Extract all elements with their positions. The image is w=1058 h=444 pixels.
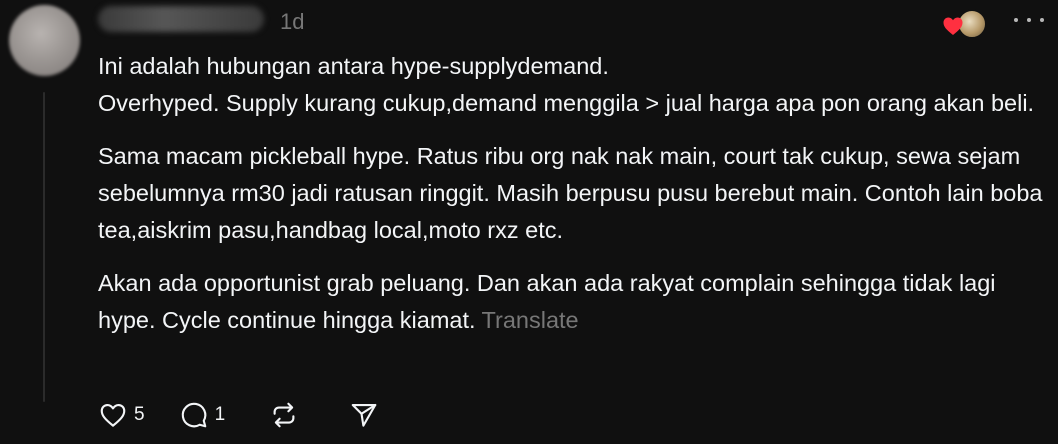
- more-icon-dot: [1040, 18, 1044, 22]
- reply-count: 1: [214, 404, 226, 425]
- post-paragraph: Sama macam pickleball hype. Ratus ribu o…: [98, 143, 1043, 243]
- action-bar: 5 1: [98, 398, 379, 432]
- heart-filled-icon: [943, 17, 963, 35]
- post-line: Ini adalah hubungan antara hype-supplyde…: [98, 53, 609, 79]
- heart-outline-icon: [100, 403, 126, 427]
- like-count: 5: [134, 404, 145, 425]
- paper-plane-icon: [351, 403, 377, 427]
- more-options-button[interactable]: [1014, 10, 1044, 30]
- post-content: Ini adalah hubungan antara hype-supplyde…: [98, 48, 1043, 339]
- post-line: Overhyped. Supply kurang cukup,demand me…: [98, 90, 1035, 116]
- more-icon-dot: [1014, 18, 1018, 22]
- share-button[interactable]: [349, 400, 379, 430]
- repost-button[interactable]: [269, 400, 299, 430]
- translate-link[interactable]: Translate: [482, 307, 579, 333]
- post-timestamp: 1d: [280, 9, 305, 34]
- post-paragraph: Ini adalah hubungan antara hype-supplyde…: [98, 48, 1043, 122]
- post-paragraph: Akan ada opportunist grab peluang. Dan a…: [98, 265, 1043, 339]
- repost-arrows-icon: [273, 402, 295, 428]
- author-avatar[interactable]: [9, 5, 80, 76]
- reply-button[interactable]: 1: [179, 400, 226, 430]
- speech-bubble-icon: [181, 402, 206, 428]
- like-button[interactable]: 5: [98, 400, 145, 430]
- thread-line: [43, 92, 45, 402]
- more-icon-dot: [1027, 18, 1031, 22]
- author-username[interactable]: [98, 6, 264, 32]
